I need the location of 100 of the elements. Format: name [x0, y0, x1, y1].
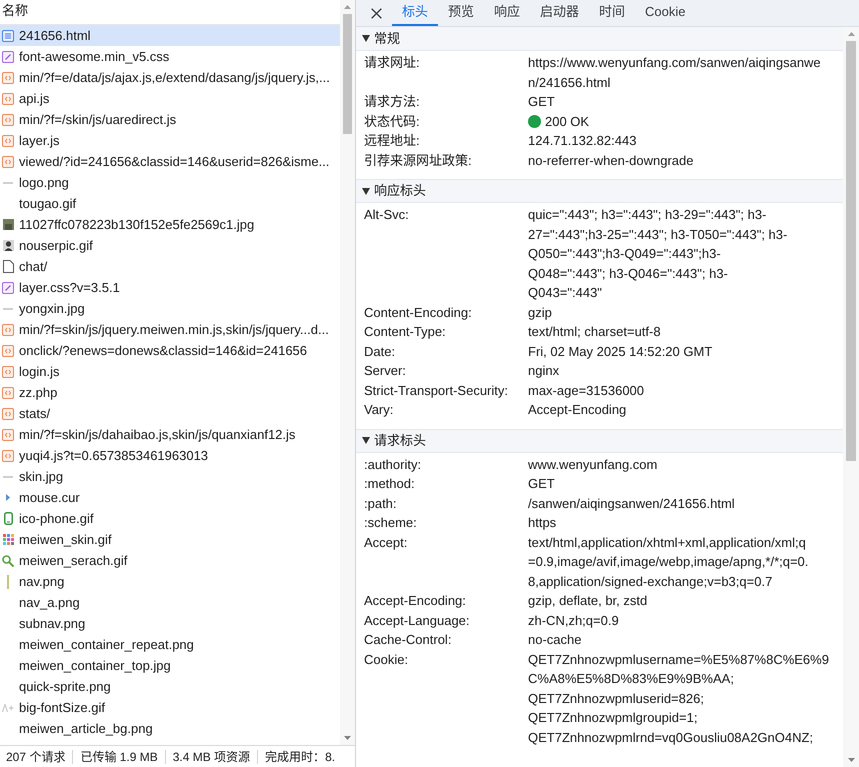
header-value: GET	[528, 475, 555, 493]
request-row[interactable]: mouse.cur	[0, 487, 340, 508]
header-value: 200 OK	[545, 112, 590, 130]
code-file-icon	[2, 366, 14, 378]
request-row[interactable]: meiwen_skin.gif	[0, 529, 340, 550]
magnifier-icon	[2, 554, 14, 566]
tab[interactable]: Cookie	[635, 0, 696, 26]
status-text: 已传输 1.9 MB	[80, 750, 166, 764]
header-value: nginx	[528, 362, 560, 380]
blank-page-icon	[2, 260, 14, 273]
request-row[interactable]: min/?f=e/data/js/ajax.js,e/extend/dasang/js/jquery.js,...	[0, 67, 340, 88]
request-row[interactable]: zz.php	[0, 382, 340, 403]
request-row[interactable]: min/?f=skin/js/dahaibao.js,skin/js/quanxianf12.js	[0, 424, 340, 445]
request-row[interactable]: api.js	[0, 88, 340, 109]
header-value: zh-CN,zh;q=0.9	[528, 612, 619, 630]
scrollbar-thumb[interactable]	[846, 41, 856, 461]
request-row[interactable]: meiwen_container_repeat.png	[0, 634, 340, 655]
header-name: Cache-Control:	[363, 631, 452, 649]
header-value: gzip, deflate, br, zstd	[528, 592, 648, 610]
request-row[interactable]: viewed/?id=241656&classid=146&userid=826&isme...	[0, 151, 340, 172]
header-value: https://www.wenyunfang.com/sanwen/aiqingsanwe n/241656.html	[528, 54, 821, 92]
section-header[interactable]: 响应标头	[356, 179, 843, 203]
request-row[interactable]: nav_a.png	[0, 592, 340, 613]
pencil-square-icon	[2, 282, 14, 294]
header-value: Accept-Encoding	[528, 401, 626, 419]
code-file-icon	[2, 428, 14, 440]
section-header[interactable]: 常规	[356, 27, 843, 51]
header-name: 状态代码:	[363, 112, 421, 130]
request-row[interactable]: meiwen_serach.gif	[0, 550, 340, 571]
request-row[interactable]: nav.png	[0, 571, 340, 592]
request-row[interactable]: nouserpic.gif	[0, 235, 340, 256]
request-row[interactable]: font-awesome.min_v5.css	[0, 46, 340, 67]
request-row[interactable]: layer.css?v=3.5.1	[0, 277, 340, 298]
dot-grid-icon	[2, 534, 14, 545]
request-row[interactable]: min/?f=skin/js/jquery.meiwen.min.js,skin/js/jquery...d...	[0, 319, 340, 340]
request-row[interactable]: meiwen_container_top.jpg	[0, 655, 340, 676]
scroll-up-icon[interactable]	[344, 5, 351, 9]
dash-thumbnail-icon	[3, 308, 13, 310]
request-row[interactable]: login.js	[0, 361, 340, 382]
request-row[interactable]: onclick/?enews=donews&classid=146&id=241656	[0, 340, 340, 361]
header-value: https	[528, 514, 556, 532]
request-row[interactable]: layer.js	[0, 130, 340, 151]
header-value: QET7Znhnozwpmlusername=%E5%87%8C%E6%9 C%A8%E5%8D%83%E9%9B%AA; QET7Znhnozwpmluserid=826; QET7Znhnozwpmlgroupid=1; QET7Znhnozwpmlrnd=vq0Gousliu08A2GnO4NZ;	[528, 650, 829, 747]
header-name: 引荐来源网址政策:	[363, 152, 473, 170]
code-file-icon	[2, 324, 14, 336]
request-row[interactable]: yuqi4.js?t=0.6573853461963013	[0, 445, 340, 466]
code-file-icon	[2, 156, 14, 168]
scroll-down-icon[interactable]	[848, 758, 854, 762]
request-row[interactable]: yongxin.jpg	[0, 298, 340, 319]
header-name: :path:	[363, 494, 398, 513]
header-name: Server:	[363, 362, 407, 380]
request-row[interactable]: 11027ffc078223b130f152e5fe2569c1.jpg	[0, 214, 340, 235]
scroll-up-icon[interactable]	[848, 32, 854, 36]
request-row[interactable]: quick-sprite.png	[0, 676, 340, 697]
tab[interactable]: 启动器	[530, 0, 589, 26]
code-file-icon	[2, 450, 14, 462]
code-file-icon	[2, 344, 14, 356]
header-value: Fri, 02 May 2025 14:52:20 GMT	[528, 342, 712, 361]
close-icon	[370, 8, 382, 18]
header-value: gzip	[528, 304, 552, 322]
header-value: GET	[528, 93, 555, 111]
request-row[interactable]: meiwen_article_bg.png	[0, 718, 340, 739]
header-name: Accept:	[363, 534, 408, 552]
tab[interactable]: 响应	[484, 0, 530, 26]
request-row[interactable]: logo.png	[0, 172, 340, 193]
line-thumbnail-icon	[7, 574, 9, 588]
photo-thumbnail-icon	[2, 219, 14, 230]
header-name: Accept-Language:	[363, 612, 471, 630]
section-header[interactable]: 请求标头	[356, 428, 843, 452]
header-value: 124.71.132.82:443	[528, 132, 636, 150]
request-row[interactable]: ico-phone.gif	[0, 508, 340, 529]
code-file-icon	[2, 134, 14, 146]
header-value: no-referrer-when-downgrade	[528, 152, 694, 170]
request-row[interactable]: stats/	[0, 403, 340, 424]
font-size-thumbnail-icon	[2, 704, 14, 712]
tab[interactable]: 预览	[438, 0, 484, 26]
dash-thumbnail-icon	[3, 476, 13, 478]
request-row[interactable]: chat/	[0, 256, 340, 277]
status-text: 207 个请求	[6, 750, 74, 764]
request-row[interactable]: big-fontSize.gif	[0, 697, 340, 718]
header-name: 远程地址:	[363, 132, 421, 150]
header-value: text/html; charset=utf-8	[528, 323, 661, 341]
request-row[interactable]: min/?f=/skin/js/uaredirect.js	[0, 109, 340, 130]
avatar-thumbnail-icon	[2, 240, 14, 251]
status-text: 3.4 MB 项资源	[172, 750, 258, 764]
header-value: www.wenyunfang.com	[528, 456, 658, 474]
header-name: :authority:	[363, 456, 422, 474]
header-value: /sanwen/aiqingsanwen/241656.html	[528, 494, 735, 513]
request-row[interactable]: subnav.png	[0, 613, 340, 634]
scroll-down-icon[interactable]	[344, 736, 351, 740]
header-name: :scheme:	[363, 514, 418, 532]
header-name: Accept-Encoding:	[363, 592, 467, 610]
header-value: quic=":443"; h3=":443"; h3-29=":443"; h3- 27=":443";h3-25=":443"; h3-T050=":443"; h3- Q050=":443";h3-Q049=":443";h3- Q048=":443"; h3-Q046=":443"; h3- Q043=":443"	[528, 206, 788, 302]
header-name: Strict-Transport-Security:	[363, 382, 509, 400]
request-row[interactable]: skin.jpg	[0, 466, 340, 487]
scrollbar-thumb[interactable]	[343, 14, 352, 134]
tab[interactable]: 时间	[589, 0, 635, 26]
request-row[interactable]: 241656.html	[0, 25, 340, 46]
request-row[interactable]: tougao.gif	[0, 193, 340, 214]
header-name: Alt-Svc:	[363, 206, 410, 224]
